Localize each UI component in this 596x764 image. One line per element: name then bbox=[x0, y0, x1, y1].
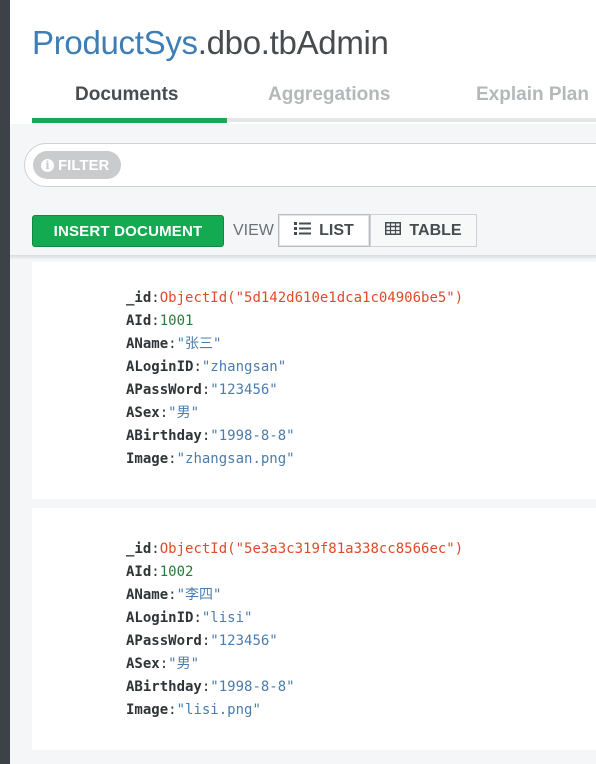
document-field: Image:"lisi.png" bbox=[126, 702, 261, 718]
tab-explain-plan[interactable]: Explain Plan bbox=[476, 84, 589, 106]
document-card[interactable]: _id:ObjectId("5d142d610e1dca1c04906be5")… bbox=[32, 262, 596, 499]
field-key: Image bbox=[126, 702, 169, 718]
list-icon bbox=[294, 221, 312, 240]
document-field: ASex:"男" bbox=[126, 656, 200, 672]
field-value: "男" bbox=[168, 405, 200, 421]
document-field: _id:ObjectId("5e3a3c319f81a338cc8566ec") bbox=[126, 541, 464, 557]
database-name: ProductSys bbox=[32, 24, 198, 61]
documents-toolbar: INSERT DOCUMENT VIEW LIST TABLE bbox=[10, 205, 596, 257]
document-field: ASex:"男" bbox=[126, 405, 200, 421]
document-field: AId:1002 bbox=[126, 564, 194, 580]
filter-badge[interactable]: i FILTER bbox=[33, 151, 121, 179]
document-field: ABirthday:"1998-8-8" bbox=[126, 679, 295, 695]
list-view-button[interactable]: LIST bbox=[278, 214, 370, 247]
field-value: "张三" bbox=[176, 336, 222, 352]
collection-tabs: Documents Aggregations Explain Plan bbox=[32, 74, 596, 124]
document-field: _id:ObjectId("5d142d610e1dca1c04906be5") bbox=[126, 290, 464, 306]
document-field: APassWord:"123456" bbox=[126, 382, 278, 398]
field-value: "123456" bbox=[210, 633, 278, 649]
field-value: "123456" bbox=[210, 382, 278, 398]
field-value: 1002 bbox=[159, 564, 194, 580]
filter-query-input[interactable]: i FILTER bbox=[24, 143, 596, 187]
document-field: APassWord:"123456" bbox=[126, 633, 278, 649]
field-key: APassWord bbox=[126, 633, 202, 649]
document-field: Image:"zhangsan.png" bbox=[126, 451, 295, 467]
field-key: AName bbox=[126, 336, 169, 352]
field-key: AId bbox=[126, 313, 152, 329]
field-value: "男" bbox=[168, 656, 200, 672]
collection-name: .dbo.tbAdmin bbox=[197, 24, 389, 61]
field-value: 1001 bbox=[159, 313, 194, 329]
insert-document-button[interactable]: INSERT DOCUMENT bbox=[32, 215, 224, 247]
list-view-label: LIST bbox=[319, 221, 354, 239]
document-field: ABirthday:"1998-8-8" bbox=[126, 428, 295, 444]
document-field: AName:"李四" bbox=[126, 587, 222, 603]
field-value: ObjectId("5d142d610e1dca1c04906be5") bbox=[159, 290, 464, 306]
field-value: "lisi" bbox=[201, 610, 253, 626]
tab-divider bbox=[227, 118, 596, 122]
field-key: AName bbox=[126, 587, 169, 603]
table-view-button[interactable]: TABLE bbox=[370, 214, 477, 247]
field-key: APassWord bbox=[126, 382, 202, 398]
field-value: "zhangsan.png" bbox=[176, 451, 295, 467]
field-key: ABirthday bbox=[126, 679, 202, 695]
document-field: AId:1001 bbox=[126, 313, 194, 329]
field-key: Image bbox=[126, 451, 169, 467]
field-key: _id bbox=[126, 541, 152, 557]
document-card[interactable]: _id:ObjectId("5e3a3c319f81a338cc8566ec")… bbox=[32, 508, 596, 750]
filter-label: FILTER bbox=[58, 156, 110, 174]
table-view-label: TABLE bbox=[409, 221, 462, 239]
field-key: _id bbox=[126, 290, 152, 306]
collection-view: ProductSys.dbo.tbAdmin Documents Aggrega… bbox=[10, 0, 596, 764]
field-value: "1998-8-8" bbox=[210, 679, 295, 695]
field-key: ALoginID bbox=[126, 359, 194, 375]
view-label: VIEW bbox=[233, 222, 274, 239]
document-field: AName:"张三" bbox=[126, 336, 222, 352]
field-key: ABirthday bbox=[126, 428, 202, 444]
document-field: ALoginID:"zhangsan" bbox=[126, 359, 287, 375]
tab-aggregations[interactable]: Aggregations bbox=[268, 84, 390, 106]
field-key: ASex bbox=[126, 405, 160, 421]
tab-documents[interactable]: Documents bbox=[75, 84, 178, 106]
field-key: AId bbox=[126, 564, 152, 580]
document-field: ALoginID:"lisi" bbox=[126, 610, 253, 626]
left-sidebar-rail bbox=[0, 0, 10, 764]
field-key: ALoginID bbox=[126, 610, 194, 626]
info-icon: i bbox=[41, 158, 54, 172]
field-value: ObjectId("5e3a3c319f81a338cc8566ec") bbox=[159, 541, 464, 557]
field-value: "李四" bbox=[176, 587, 222, 603]
field-value: "lisi.png" bbox=[176, 702, 261, 718]
toolbar-shadow bbox=[10, 255, 596, 259]
table-icon bbox=[385, 221, 402, 240]
collection-title: ProductSys.dbo.tbAdmin bbox=[32, 24, 389, 62]
field-key: ASex bbox=[126, 656, 160, 672]
collection-header: ProductSys.dbo.tbAdmin Documents Aggrega… bbox=[10, 0, 596, 124]
field-value: "zhangsan" bbox=[201, 359, 287, 375]
field-value: "1998-8-8" bbox=[210, 428, 295, 444]
active-tab-indicator bbox=[32, 118, 227, 123]
